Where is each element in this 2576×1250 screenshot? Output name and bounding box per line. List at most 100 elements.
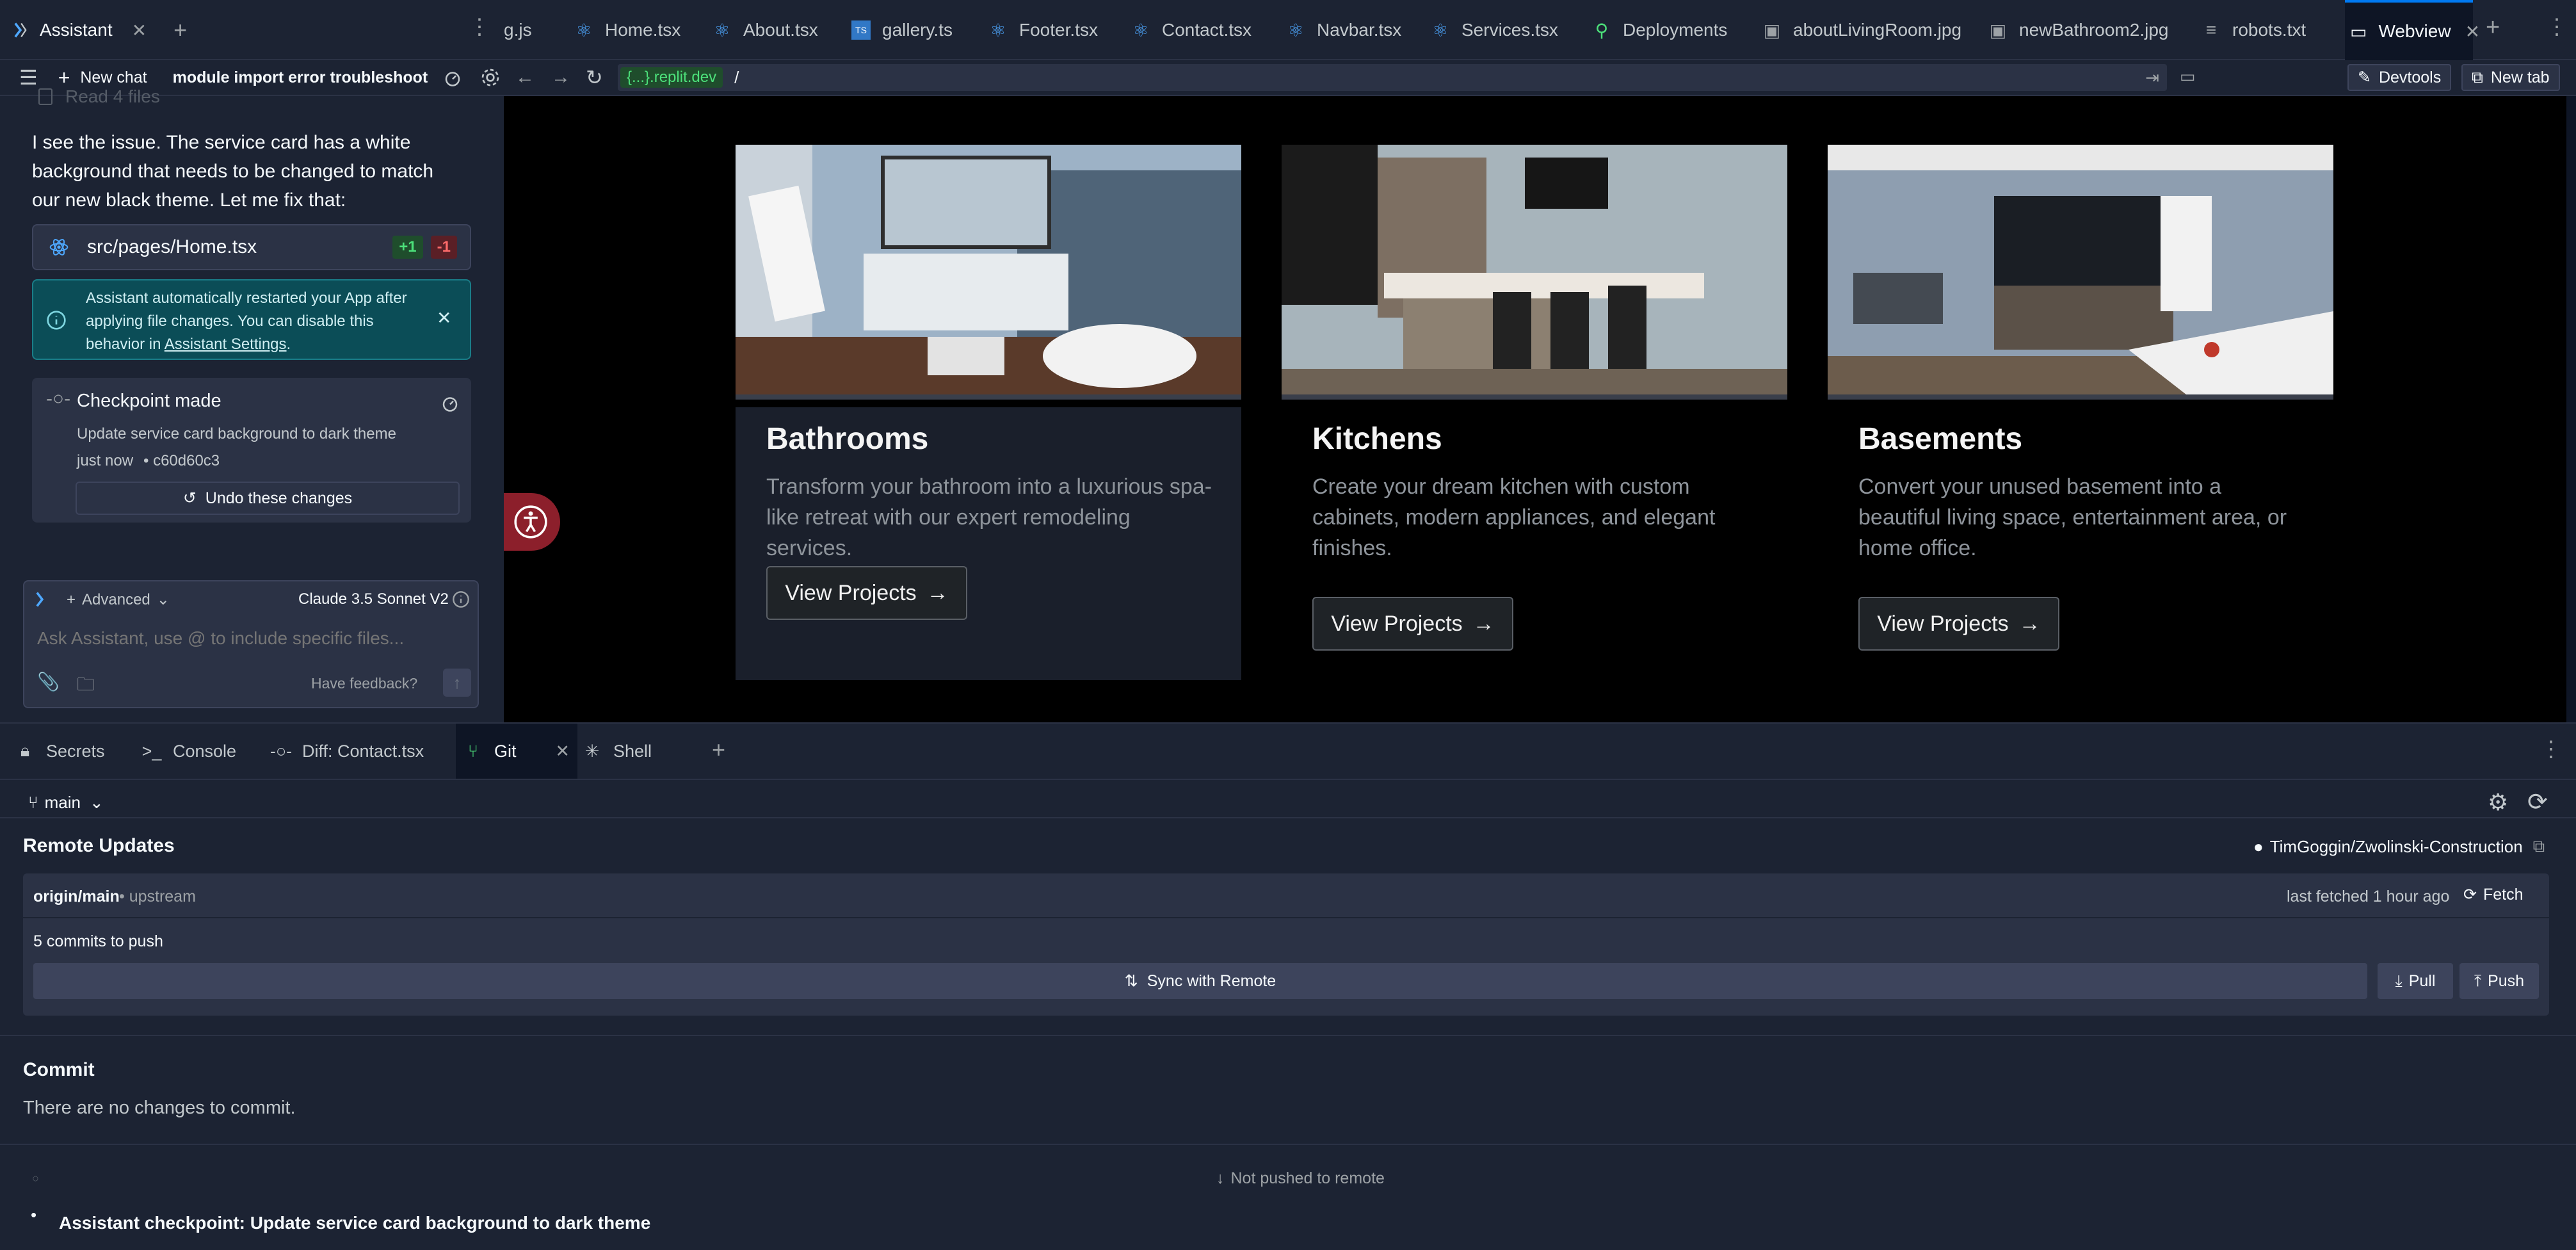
reload-icon[interactable]: ↻: [586, 65, 603, 90]
upload-icon: ⤒: [2474, 971, 2482, 990]
tab-git[interactable]: ⑂ Git ✕: [456, 724, 577, 779]
undo-changes-button[interactable]: ↺ Undo these changes: [76, 482, 460, 515]
checkpoint-description: Update service card background to dark t…: [77, 425, 396, 442]
view-projects-button[interactable]: View Projects →: [766, 566, 967, 620]
tab-webview[interactable]: ▭ Webview ✕: [2345, 0, 2480, 60]
devtools-button[interactable]: ✎ Devtools: [2347, 64, 2452, 91]
tab-new-bathroom[interactable]: ▣ newBathroom2.jpg: [1988, 0, 2169, 60]
add-tab-icon[interactable]: +: [173, 17, 187, 44]
chat-title[interactable]: module import error troubleshooti...: [173, 69, 429, 87]
undo-icon: ↺: [182, 489, 197, 507]
dismiss-notice-icon[interactable]: ✕: [437, 307, 451, 329]
tab-about[interactable]: ⚛ About.tsx: [712, 0, 817, 60]
view-projects-button[interactable]: View Projects →: [1858, 597, 2059, 651]
commit-dot-icon: •: [31, 1205, 37, 1224]
external-link-icon: ⧉: [2532, 836, 2545, 856]
tab-config-js[interactable]: g.js: [504, 0, 532, 60]
tab-console[interactable]: >_ Console: [142, 724, 236, 779]
file-icon: [38, 88, 52, 105]
branch-selector[interactable]: ⑂ main ⌄: [28, 793, 104, 813]
react-icon: ⚛: [1432, 20, 1449, 40]
add-tab-icon[interactable]: +: [712, 736, 725, 763]
rollback-icon[interactable]: [440, 393, 460, 412]
open-external-icon[interactable]: ⇥: [2145, 68, 2159, 88]
branch-icon: ⑂: [28, 793, 38, 812]
device-preview-icon[interactable]: ▭: [2180, 67, 2196, 86]
close-icon[interactable]: ✕: [555, 742, 570, 761]
more-options-icon[interactable]: ⋮: [469, 14, 490, 40]
assistant-prompt-input[interactable]: [37, 622, 460, 654]
forward-arrow-icon[interactable]: →: [551, 67, 570, 88]
model-selector[interactable]: Claude 3.5 Sonnet V2: [298, 590, 449, 608]
pull-button[interactable]: ⤓ Pull: [2378, 963, 2453, 999]
repo-link[interactable]: ● TimGoggin/Zwolinski-Construction ⧉: [2253, 836, 2545, 857]
back-arrow-icon[interactable]: ←: [515, 67, 535, 88]
add-tab-icon[interactable]: +: [2486, 14, 2500, 42]
image-icon: ▣: [1989, 20, 2007, 40]
last-fetched: last fetched 1 hour ago: [2287, 888, 2450, 905]
tab-diff-contact[interactable]: -○- Diff: Contact.tsx: [270, 724, 424, 779]
settings-gear-icon[interactable]: ⚙: [2488, 789, 2508, 816]
more-options-icon[interactable]: ⋮: [2540, 736, 2562, 762]
fetch-button[interactable]: ⟳ Fetch: [2463, 885, 2523, 904]
bathroom-photo: [736, 145, 1241, 394]
tab-gallery[interactable]: TS gallery.ts: [851, 0, 953, 60]
view-projects-button[interactable]: View Projects →: [1312, 597, 1513, 651]
folder-icon[interactable]: 🗀: [77, 671, 95, 702]
react-icon: ⚛: [990, 20, 1006, 40]
webview-content: Bathrooms Transform your bathroom into a…: [504, 96, 2566, 722]
accessibility-button[interactable]: [504, 493, 560, 551]
sync-with-remote-button[interactable]: ⇅ Sync with Remote: [33, 963, 2367, 999]
arrow-right-icon: →: [1472, 611, 1495, 636]
history-icon[interactable]: [443, 68, 462, 87]
lines-removed-badge: -1: [430, 236, 457, 259]
refresh-icon: ⟳: [2463, 886, 2477, 904]
checkpoint-title: Checkpoint made: [77, 391, 221, 411]
tab-footer[interactable]: ⚛ Footer.tsx: [988, 0, 1098, 60]
tab-secrets[interactable]: 🔒︎ Secrets: [15, 724, 105, 779]
file-change-card[interactable]: src/pages/Home.tsx +1 -1: [32, 224, 471, 270]
tab-shell[interactable]: ✳ Shell: [583, 724, 652, 779]
tab-robots[interactable]: ≡ robots.txt: [2202, 0, 2306, 60]
url-path: /: [734, 67, 739, 87]
text-file-icon: ≡: [2205, 20, 2217, 40]
assistant-settings-link[interactable]: Assistant Settings: [165, 336, 287, 353]
tab-home[interactable]: ⚛ Home.tsx: [574, 0, 680, 60]
service-card-basements: Basements Convert your unused basement i…: [1828, 145, 2333, 680]
new-chat-button[interactable]: + New chat: [58, 66, 147, 90]
address-bar[interactable]: {...}.replit.dev / ⇥: [618, 64, 2167, 91]
refresh-icon[interactable]: ⟳: [2527, 788, 2548, 816]
bottom-tabs: 🔒︎ Secrets >_ Console -○- Diff: Contact.tsx…: [0, 722, 2576, 780]
github-icon: ●: [2253, 836, 2264, 856]
tab-deployments[interactable]: ⚲ Deployments: [1592, 0, 1728, 60]
settings-gear-icon[interactable]: [480, 67, 501, 88]
checkpoint-commit-message[interactable]: Assistant checkpoint: Update service car…: [59, 1213, 650, 1233]
tab-navbar[interactable]: ⚛ Navbar.tsx: [1286, 0, 1401, 60]
file-change-name: src/pages/Home.tsx: [87, 236, 257, 257]
service-card-kitchens: Kitchens Create your dream kitchen with …: [1282, 145, 1787, 680]
attach-icon[interactable]: 📎: [37, 671, 60, 692]
new-tab-button[interactable]: ⧉ New tab: [2461, 64, 2560, 91]
mode-selector[interactable]: + Advanced ⌄: [67, 590, 170, 609]
upstream-label: • upstream: [119, 888, 196, 905]
tab-services[interactable]: ⚛ Services.tsx: [1431, 0, 1558, 60]
feedback-link[interactable]: Have feedback?: [311, 675, 417, 692]
info-icon[interactable]: [452, 590, 470, 608]
menu-icon[interactable]: ☰: [19, 65, 38, 90]
remote-card: origin/main • upstream last fetched 1 ho…: [23, 873, 2549, 1016]
more-options-icon[interactable]: ⋮: [2546, 14, 2568, 40]
close-icon[interactable]: ✕: [2465, 21, 2480, 42]
read-files-summary[interactable]: Read 4 files: [38, 86, 160, 107]
send-button[interactable]: ↑: [443, 669, 471, 697]
assistant-panel: Assistant ✕ + ⋮ ☰ + New chat module impor…: [0, 0, 504, 722]
assistant-logo-icon: [14, 22, 27, 38]
push-button[interactable]: ⤒ Push: [2459, 963, 2539, 999]
download-icon: ⤓: [2395, 971, 2403, 990]
remote-updates-heading: Remote Updates: [23, 835, 175, 856]
tab-about-living-room[interactable]: ▣ aboutLivingRoom.jpg: [1762, 0, 1961, 60]
close-icon[interactable]: ✕: [132, 20, 147, 41]
image-icon: ▣: [1763, 20, 1781, 40]
tab-contact[interactable]: ⚛ Contact.tsx: [1131, 0, 1252, 60]
assistant-tab-title[interactable]: Assistant: [40, 20, 113, 40]
basement-photo: [1828, 145, 2333, 394]
